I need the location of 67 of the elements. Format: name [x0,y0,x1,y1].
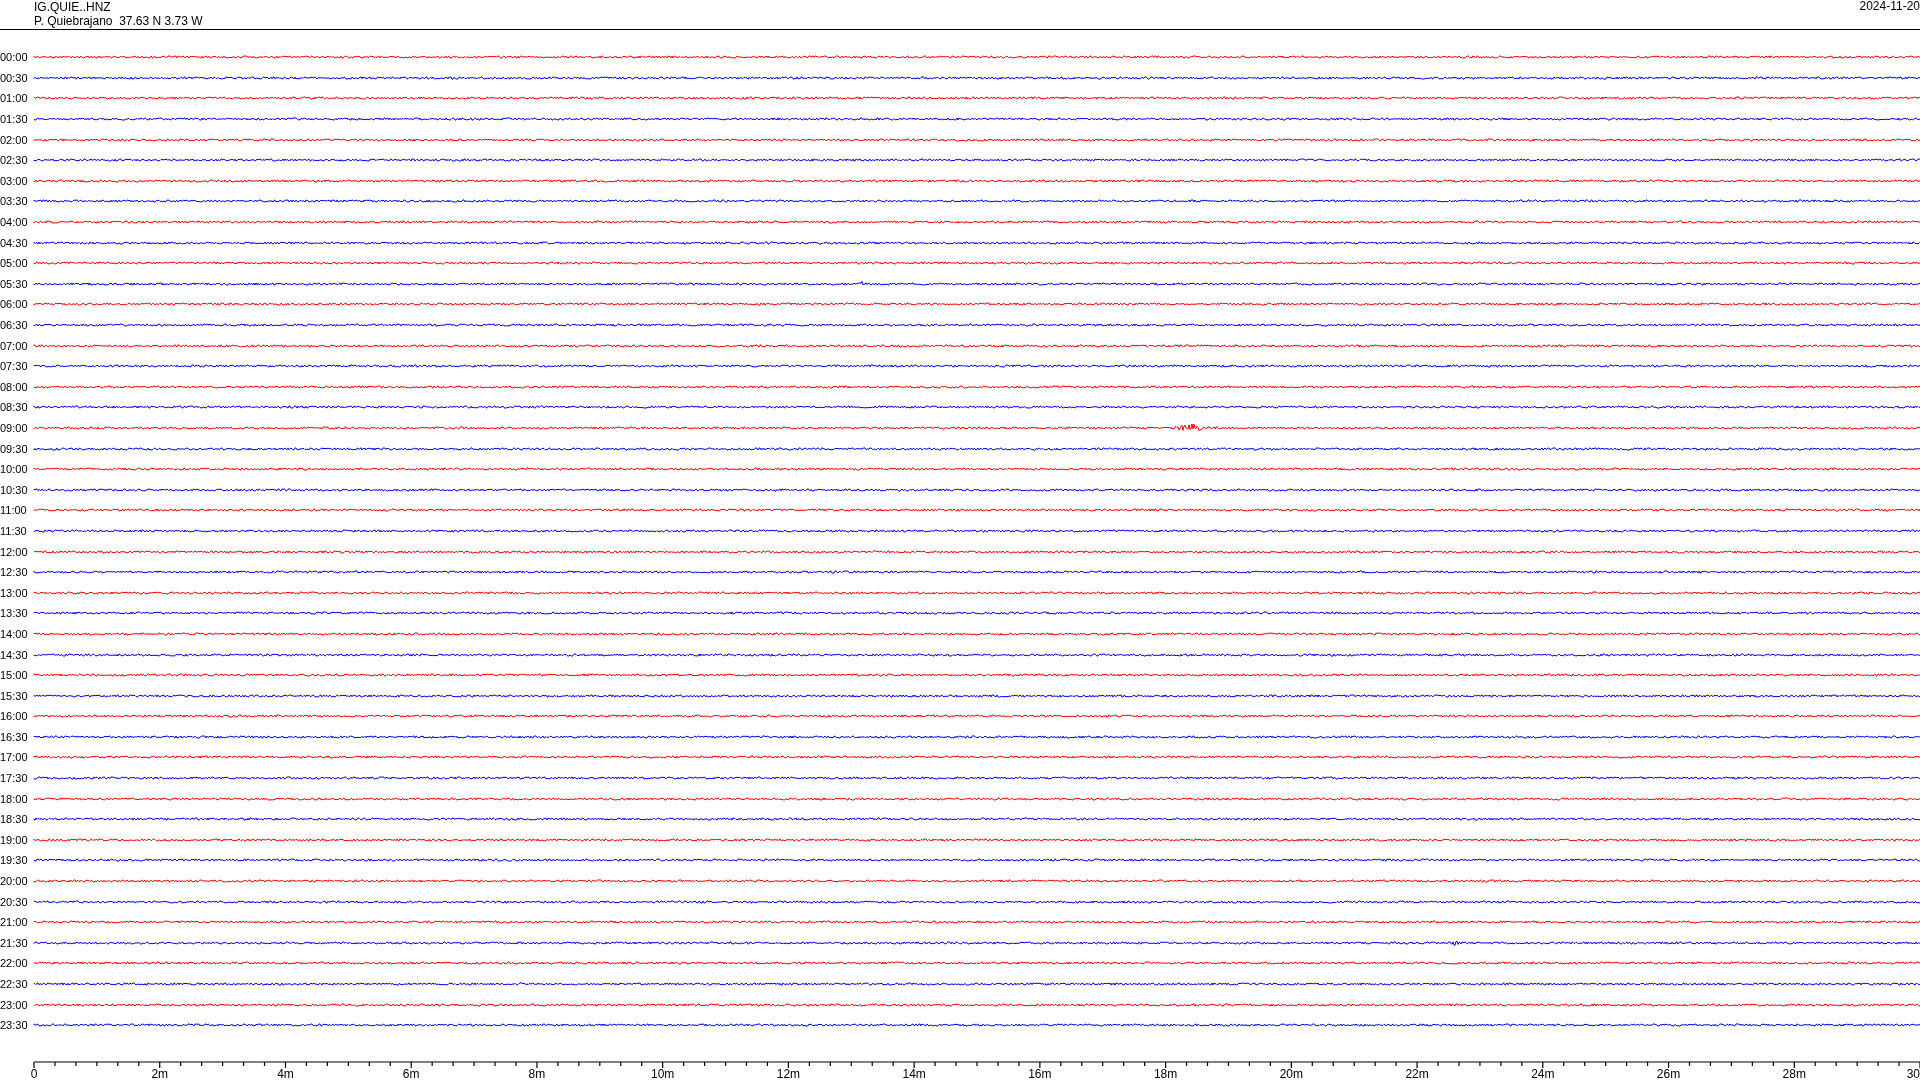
time-label: 07:30 [0,360,29,373]
time-label: 09:00 [0,422,29,434]
date-label: 2024-11-20 [1859,0,1920,12]
time-label: 05:00 [0,257,29,270]
axis-label: 14m [902,1066,926,1080]
station-code: IG.QUIE..HNZ [34,0,112,14]
time-label: 12:30 [0,566,29,579]
time-label: 14:00 [0,627,29,640]
time-label: 20:30 [0,895,29,908]
time-label: 04:00 [0,216,29,229]
time-label: 19:00 [0,833,29,846]
time-label: 17:30 [0,772,29,785]
time-label: 02:00 [0,133,29,146]
axis-label: 8m [528,1066,546,1080]
station-location: P. Quiebrajano 37.63 N 3.73 W [34,14,203,28]
axis-label: 12m [776,1066,801,1080]
time-label: 23:30 [0,1019,29,1032]
time-label: 22:30 [0,978,29,990]
axis-label: 4m [277,1066,294,1080]
time-label: 14:30 [0,648,29,661]
time-label: 15:00 [0,669,29,682]
time-label: 12:00 [0,545,29,558]
time-label: 16:00 [0,710,29,723]
time-label: 18:00 [0,792,29,805]
axis-label: 24m [1531,1066,1555,1080]
time-label: 02:30 [0,154,29,167]
axis-label: 28m [1782,1066,1806,1080]
axis-label: 26m [1656,1066,1681,1080]
axis-label: 2m [151,1066,169,1080]
time-label: 08:30 [0,401,29,414]
time-label: 13:30 [0,607,29,620]
time-label: 07:00 [0,339,29,352]
time-label: 21:00 [0,916,29,929]
time-label: 06:00 [0,298,29,311]
time-label: 01:30 [0,113,29,126]
time-label: 04:30 [0,236,29,249]
time-label: 21:30 [0,936,29,949]
time-label: 10:00 [0,463,29,476]
time-label: 19:30 [0,854,29,867]
axis-label: 22m [1405,1066,1429,1080]
time-label: 20:00 [0,875,29,888]
time-label: 10:30 [0,483,29,496]
time-label: 15:30 [0,689,29,702]
axis-label: 10m [651,1066,675,1080]
time-label: 03:00 [0,174,29,187]
axis-label: 6m [402,1066,420,1080]
time-label: 22:00 [0,957,29,970]
time-label: 05:30 [0,277,29,290]
time-label: 23:00 [0,998,29,1011]
time-label: 00:30 [0,71,29,84]
time-label: 18:30 [0,813,29,826]
axis-label: 0 [30,1066,38,1080]
axis-label: 16m [1028,1066,1052,1080]
time-label: 09:30 [0,442,29,455]
time-label: 01:00 [0,92,29,105]
axis-label: 20m [1279,1066,1303,1080]
time-label: 03:30 [0,195,29,208]
axis-label: 18m [1153,1066,1178,1080]
time-label: 00:00 [0,51,29,64]
time-label: 11:00 [0,504,28,517]
time-label: 11:30 [0,524,28,537]
axis-label: 30 [1906,1066,1920,1080]
time-label: 08:00 [0,380,29,393]
time-label: 13:00 [0,586,29,599]
time-label: 16:30 [0,730,29,743]
time-label: 06:30 [0,319,29,331]
time-label: 17:00 [0,751,29,764]
